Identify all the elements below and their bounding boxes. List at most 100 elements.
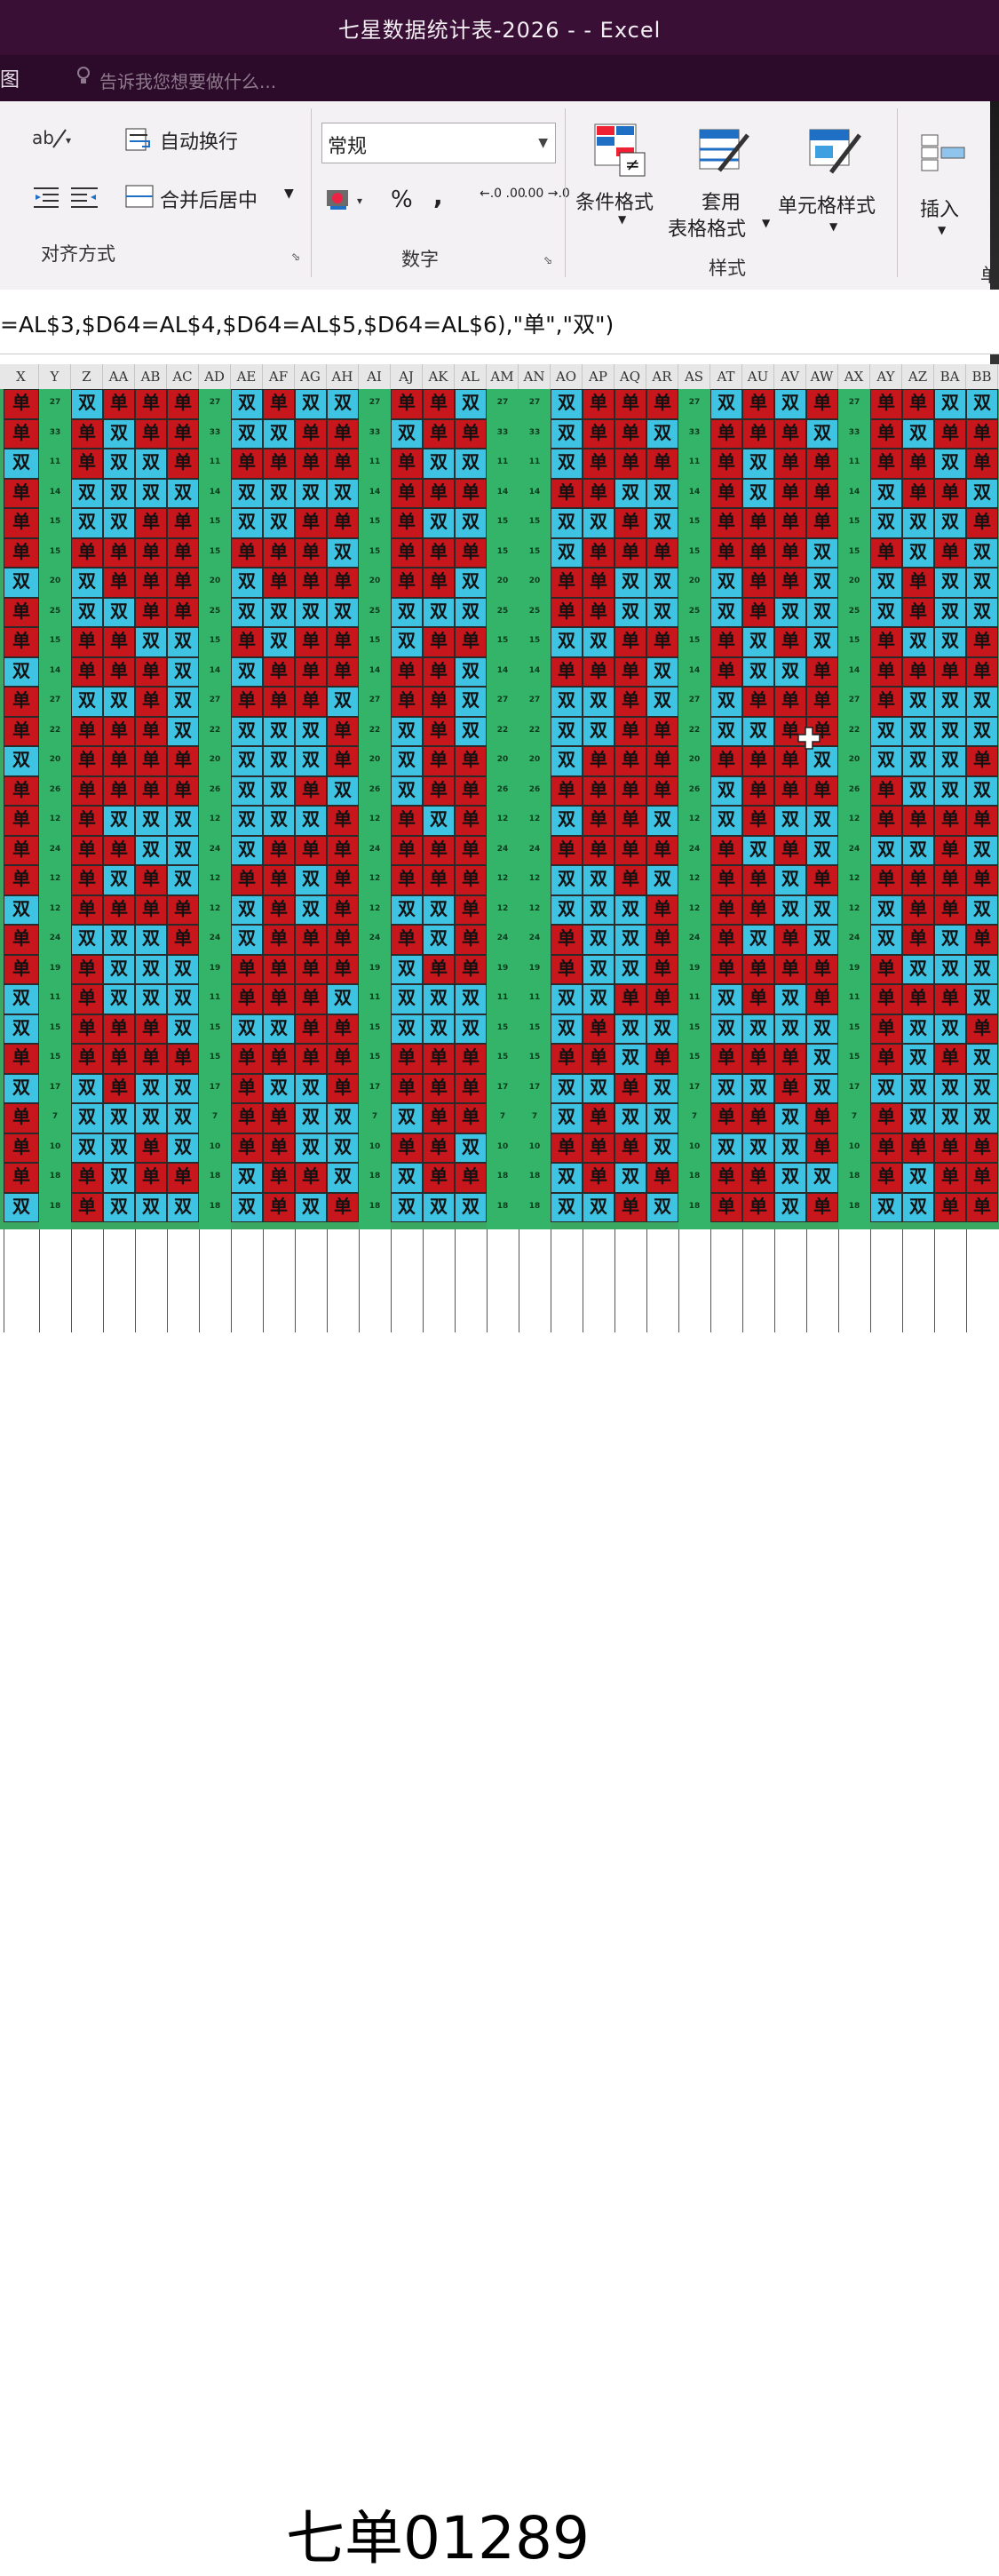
formula-bar[interactable]: =AL$3,$D64=AL$4,$D64=AL$5,$D64=AL$6),"单"… <box>0 290 999 354</box>
grid-cell[interactable]: 单 <box>614 1073 646 1103</box>
grid-cell[interactable]: 单 <box>167 508 199 538</box>
grid-cell[interactable]: 单 <box>135 1133 167 1163</box>
column-header[interactable]: AU <box>742 364 774 389</box>
grid-cell[interactable]: 双 <box>295 806 327 836</box>
grid-cell[interactable]: 双 <box>231 835 263 865</box>
grid-cell[interactable]: 双 <box>263 775 295 806</box>
grid-cell[interactable]: 单 <box>455 865 487 895</box>
grid-cell[interactable]: 双 <box>774 1014 806 1044</box>
grid-cell[interactable]: 双 <box>614 568 646 598</box>
alignment-launcher-icon[interactable]: ⬂ <box>291 250 300 263</box>
grid-cell[interactable]: 双 <box>167 1073 199 1103</box>
grid-cell[interactable]: 单 <box>423 746 455 776</box>
grid-cell[interactable]: 双 <box>455 1192 487 1222</box>
grid-cell[interactable]: 单 <box>583 568 614 598</box>
grid-cell[interactable]: 单 <box>710 478 742 508</box>
grid-cell[interactable]: 单 <box>423 865 455 895</box>
grid-cell[interactable]: 单 <box>902 984 934 1014</box>
grid-cell[interactable]: 单 <box>263 984 295 1014</box>
grid-cell[interactable]: 单 <box>742 1192 774 1222</box>
grid-cell[interactable]: 单 <box>774 537 806 568</box>
grid-cell[interactable]: 双 <box>870 478 902 508</box>
grid-cell[interactable]: 双 <box>806 1163 838 1193</box>
grid-cell[interactable]: 单 <box>71 865 103 895</box>
grid-cell[interactable]: 双 <box>806 835 838 865</box>
grid-cell[interactable]: 双 <box>614 954 646 984</box>
grid-cell[interactable]: 双 <box>4 894 39 925</box>
grid-cell[interactable]: 单 <box>167 449 199 479</box>
grid-cell[interactable]: 双 <box>423 449 455 479</box>
column-header[interactable]: BA <box>934 364 966 389</box>
grid-cell[interactable]: 单 <box>391 1073 423 1103</box>
grid-cell[interactable]: 单 <box>806 389 838 419</box>
grid-cell[interactable]: 双 <box>455 449 487 479</box>
grid-cell[interactable]: 单 <box>614 775 646 806</box>
grid-cell[interactable]: 双 <box>934 1073 966 1103</box>
grid-cell[interactable]: 单 <box>135 746 167 776</box>
grid-cell[interactable]: 单 <box>742 746 774 776</box>
grid-cell[interactable]: 单 <box>870 984 902 1014</box>
column-header[interactable]: AT <box>710 364 742 389</box>
grid-cell[interactable]: 单 <box>646 1163 678 1193</box>
grid-cell[interactable]: 双 <box>391 1014 423 1044</box>
grid-cell[interactable]: 双 <box>263 1014 295 1044</box>
grid-cell[interactable]: 双 <box>327 478 359 508</box>
grid-cell[interactable]: 单 <box>135 568 167 598</box>
grid-cell[interactable]: 单 <box>710 1044 742 1074</box>
grid-cell[interactable]: 单 <box>614 865 646 895</box>
grid-cell[interactable]: 单 <box>742 1163 774 1193</box>
grid-cell[interactable]: 双 <box>583 894 614 925</box>
grid-cell[interactable]: 单 <box>742 894 774 925</box>
grid-cell[interactable]: 单 <box>902 894 934 925</box>
grid-cell[interactable]: 双 <box>902 1014 934 1044</box>
grid-cell[interactable]: 单 <box>167 1163 199 1193</box>
grid-cell[interactable]: 单 <box>583 478 614 508</box>
grid-cell[interactable]: 单 <box>423 1044 455 1074</box>
grid-cell[interactable]: 单 <box>551 775 583 806</box>
grid-cell[interactable]: 单 <box>583 1014 614 1044</box>
grid-cell[interactable]: 双 <box>231 508 263 538</box>
grid-cell[interactable]: 双 <box>774 389 806 419</box>
grid-cell[interactable]: 双 <box>103 687 135 717</box>
grid-cell[interactable]: 单 <box>391 389 423 419</box>
grid-cell[interactable]: 单 <box>614 627 646 657</box>
grid-cell[interactable]: 单 <box>167 568 199 598</box>
grid-cell[interactable]: 双 <box>263 478 295 508</box>
grid-cell[interactable]: 单 <box>295 656 327 687</box>
grid-cell[interactable]: 双 <box>295 746 327 776</box>
grid-cell[interactable]: 单 <box>231 984 263 1014</box>
grid-cell[interactable]: 单 <box>263 925 295 955</box>
grid-cell[interactable]: 单 <box>103 568 135 598</box>
grid-cell[interactable]: 单 <box>551 835 583 865</box>
grid-cell[interactable]: 双 <box>966 894 998 925</box>
grid-cell[interactable]: 单 <box>966 1192 998 1222</box>
grid-cell[interactable]: 双 <box>902 1073 934 1103</box>
grid-cell[interactable]: 双 <box>966 1073 998 1103</box>
grid-cell[interactable]: 单 <box>423 1103 455 1133</box>
grid-cell[interactable]: 双 <box>103 984 135 1014</box>
grid-cell[interactable]: 双 <box>583 687 614 717</box>
grid-cell[interactable]: 双 <box>742 1014 774 1044</box>
grid-cell[interactable]: 双 <box>742 656 774 687</box>
grid-cell[interactable]: 单 <box>263 656 295 687</box>
grid-cell[interactable]: 单 <box>167 894 199 925</box>
grid-cell[interactable]: 双 <box>135 806 167 836</box>
grid-cell[interactable]: 单 <box>551 568 583 598</box>
grid-cell[interactable]: 单 <box>710 925 742 955</box>
grid-cell[interactable]: 单 <box>806 954 838 984</box>
grid-cell[interactable]: 单 <box>710 508 742 538</box>
grid-cell[interactable]: 双 <box>71 568 103 598</box>
grid-cell[interactable]: 双 <box>103 1103 135 1133</box>
grid-cell[interactable]: 双 <box>103 449 135 479</box>
grid-cell[interactable]: 双 <box>806 894 838 925</box>
grid-cell[interactable]: 单 <box>455 775 487 806</box>
grid-cell[interactable]: 单 <box>295 449 327 479</box>
grid-cell[interactable]: 单 <box>135 1014 167 1044</box>
grid-cell[interactable]: 单 <box>710 418 742 449</box>
grid-cell[interactable]: 双 <box>583 508 614 538</box>
grid-cell[interactable]: 单 <box>806 687 838 717</box>
grid-cell[interactable]: 双 <box>71 1103 103 1133</box>
grid-cell[interactable]: 单 <box>774 627 806 657</box>
grid-cell[interactable]: 双 <box>135 449 167 479</box>
grid-cell[interactable]: 单 <box>870 806 902 836</box>
